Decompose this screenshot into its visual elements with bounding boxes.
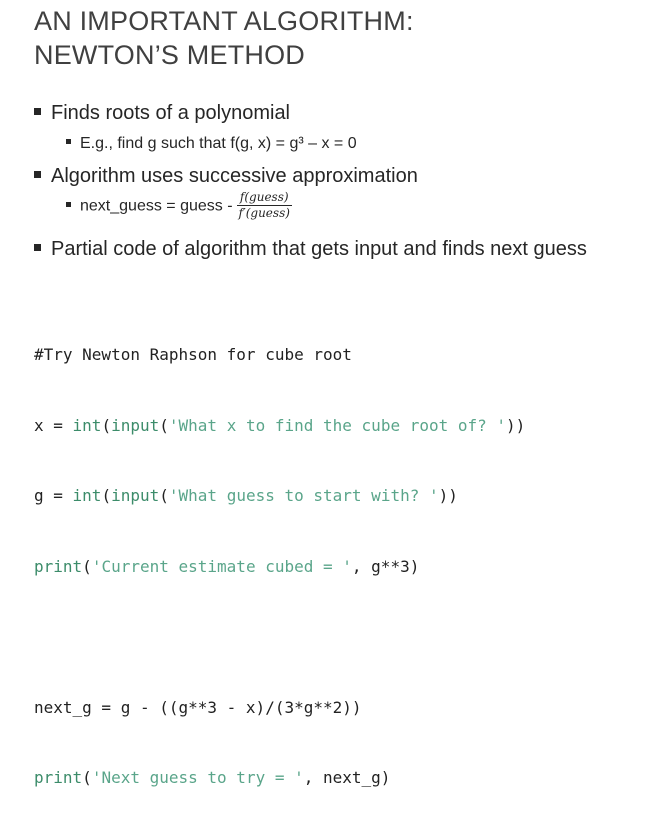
code-text: )) <box>506 415 526 435</box>
code-builtin: int <box>72 415 102 435</box>
code-text: ( <box>82 556 92 576</box>
bullet-square-icon <box>34 244 41 252</box>
bullet-partial-code-text: Partial code of algorithm that gets inpu… <box>51 238 587 260</box>
bullet-list: Finds roots of a polynomial E.g., find g… <box>0 0 660 300</box>
code-text: g = <box>34 486 73 505</box>
code-text: , next_g) <box>303 768 391 787</box>
code-line-g-input: g = int(input('What guess to start with?… <box>34 484 525 508</box>
bullet-square-icon <box>34 171 41 179</box>
code-line-print-estimate: print('Current estimate cubed = ', g**3) <box>34 555 525 579</box>
bullet-partial-code: Partial code of algorithm that gets inpu… <box>34 238 587 261</box>
code-text: ( <box>101 486 112 505</box>
code-builtin: print <box>34 556 83 576</box>
code-text: ( <box>82 768 92 787</box>
bullet-roots-text: Finds roots of a polynomial <box>51 102 291 124</box>
subbullet-example: E.g., find g such that f(g, x) = g³ – x … <box>66 135 357 153</box>
bullet-square-icon <box>66 139 71 145</box>
fraction-denominator: f′(guess) <box>238 206 290 220</box>
code-string: 'Current estimate cubed = ' <box>91 556 352 576</box>
code-comment: #Try Newton Raphson for cube root <box>34 345 352 364</box>
code-builtin: input <box>111 486 160 505</box>
code-text: ( <box>159 415 169 435</box>
code-builtin: print <box>34 768 83 787</box>
code-line-x-input: x = int(input('What x to find the cube r… <box>34 414 525 438</box>
bullet-approximation: Algorithm uses successive approximation <box>34 165 418 188</box>
code-text: , g**3) <box>351 556 420 576</box>
bullet-approximation-text: Algorithm uses successive approximation <box>51 165 418 187</box>
code-line-print-next: print('Next guess to try = ', next_g) <box>34 766 525 790</box>
subbullet-example-text: E.g., find g such that f(g, x) = g³ – x … <box>80 135 357 152</box>
fraction-numerator: f(guess) <box>236 190 292 206</box>
code-builtin: int <box>72 486 102 505</box>
code-builtin: input <box>111 415 160 435</box>
code-text: next_g = g - ((g**3 - x)/(3*g**2)) <box>34 697 362 717</box>
subbullet-next-guess: next_guess = guess - f(guess) f′(guess) <box>66 190 292 222</box>
bullet-roots: Finds roots of a polynomial <box>34 102 290 125</box>
bullet-square-icon <box>34 108 41 116</box>
code-line-comment: #Try Newton Raphson for cube root <box>34 343 525 367</box>
subbullet-next-guess-text: next_guess = guess - <box>80 197 233 215</box>
next-guess-fraction: f(guess) f′(guess) <box>236 190 292 221</box>
code-string: 'What x to find the cube root of? ' <box>168 415 507 435</box>
bullet-square-icon <box>66 202 71 207</box>
code-string: 'Next guess to try = ' <box>91 768 304 787</box>
code-text: )) <box>438 486 458 505</box>
code-line-next-g: next_g = g - ((g**3 - x)/(3*g**2)) <box>34 696 525 720</box>
code-text: ( <box>101 415 112 435</box>
code-text: x = <box>34 415 73 435</box>
code-block: #Try Newton Raphson for cube root x = in… <box>34 296 525 813</box>
code-string: 'What guess to start with? ' <box>168 486 439 505</box>
code-text: ( <box>159 486 169 505</box>
